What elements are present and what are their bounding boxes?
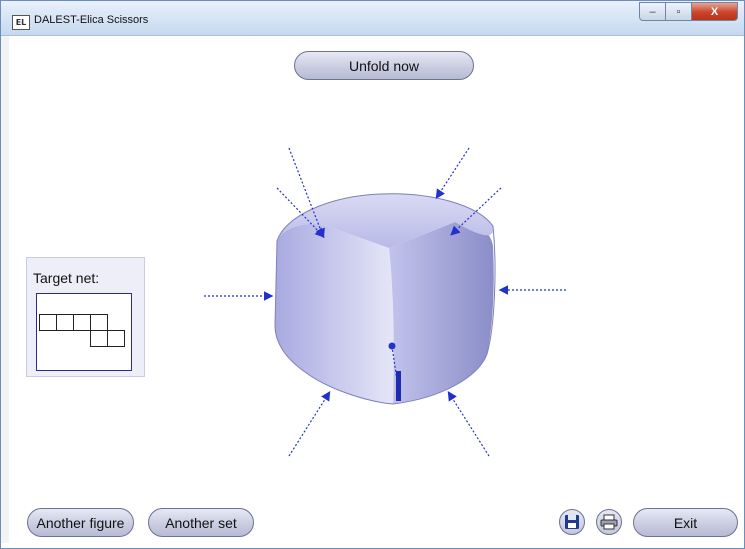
cut-arrow <box>447 390 490 457</box>
floppy-disk-icon <box>565 515 579 529</box>
minimize-button[interactable]: – <box>639 2 666 21</box>
window-controls: – ▫ X <box>639 2 738 22</box>
maximize-button[interactable]: ▫ <box>666 2 692 21</box>
cube-scene[interactable] <box>9 36 738 543</box>
app-window: EL DALEST-Elica Scissors – ▫ X Unfold no… <box>0 0 745 549</box>
print-button[interactable] <box>596 509 622 535</box>
cube-left-face <box>275 223 394 404</box>
exit-button[interactable]: Exit <box>633 508 738 537</box>
app-icon: EL <box>12 15 30 30</box>
cut-arrow <box>435 147 470 200</box>
another-figure-button[interactable]: Another figure <box>27 508 134 537</box>
close-button[interactable]: X <box>692 2 738 21</box>
maximize-icon: ▫ <box>676 5 681 18</box>
minimize-icon: – <box>649 5 656 18</box>
close-icon: X <box>710 5 719 18</box>
main-canvas: Unfold now Target net: Another figure An… <box>9 36 738 543</box>
save-button[interactable] <box>559 509 585 535</box>
title-bar[interactable]: EL DALEST-Elica Scissors – ▫ X <box>1 1 744 36</box>
window-title: DALEST-Elica Scissors <box>34 14 149 26</box>
cube-right-face <box>389 221 494 404</box>
cut-arrow <box>288 390 331 457</box>
printer-icon <box>600 514 618 530</box>
window-left-edge <box>1 36 9 543</box>
another-set-button[interactable]: Another set <box>148 508 254 537</box>
